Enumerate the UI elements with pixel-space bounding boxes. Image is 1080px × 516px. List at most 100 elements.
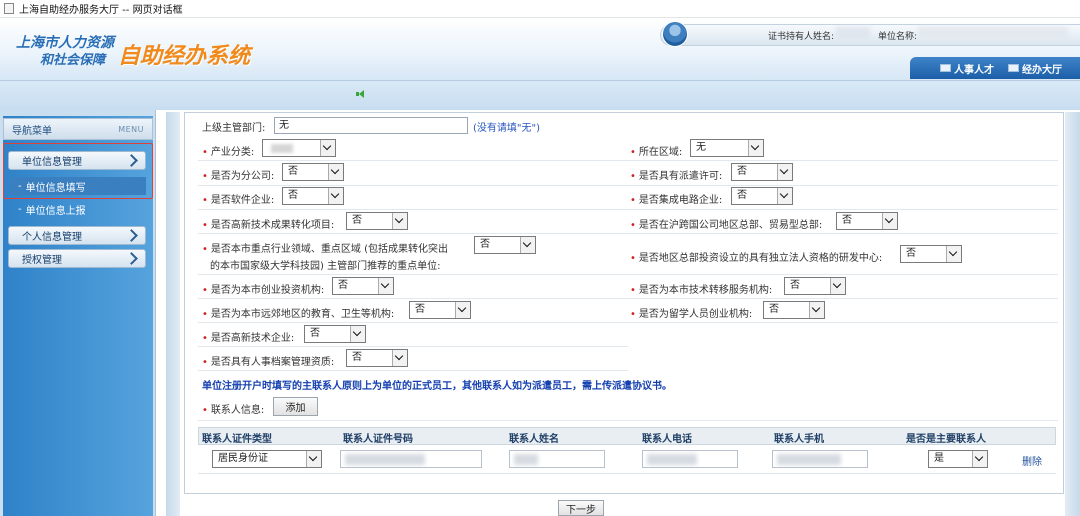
chevron-down-icon [882,213,897,229]
system-name: 自助经办系统 [118,44,251,69]
content-frame-left [166,112,180,516]
key-unit-label-line1: • 是否本市重点行业领域、重点区域 (包括成果转化突出 [202,244,448,255]
supervisor-hint: (没有请填"无") [473,123,541,134]
col-id-type: 联系人证件类型 [202,434,272,445]
region-select[interactable]: 无 [690,139,764,157]
logo-line2: 和社会保障 [40,53,106,68]
page-icon [4,3,14,14]
toolbar-strip [0,80,1080,110]
suburb-label: • 是否为本市远郊地区的教育、卫生等机构: [202,309,395,320]
sidebar-title: 导航菜单 [12,125,52,137]
sidebar-group-label: 个人信息管理 [22,232,82,243]
chevron-down-icon [830,278,845,294]
dispatch-license-select[interactable]: 否 [731,163,793,181]
tech-transfer-select[interactable]: 否 [784,277,846,295]
software-label: • 是否软件企业: [202,195,275,206]
suburb-select[interactable]: 否 [409,301,471,319]
key-unit-label-line2: 的本市国家级大学科技园) 主管部门推荐的重点单位: [210,261,441,272]
hq-label: • 是否在沪跨国公司地区总部、贸易型总部: [630,220,823,231]
region-label: • 所在区域: [630,147,683,158]
venture-select[interactable]: 否 [332,277,394,295]
hightech-label: • 是否高新技术企业: [202,333,295,344]
unit-name-value-redacted [918,27,1068,40]
chevron-right-icon [125,253,139,265]
chevron-down-icon [328,188,343,204]
col-phone: 联系人电话 [642,434,692,445]
is-primary-select[interactable]: 是 [928,450,988,468]
speaker-icon[interactable] [356,90,366,98]
key-unit-select[interactable]: 否 [474,236,536,254]
add-contact-button[interactable]: 添加 [273,397,318,416]
person-card-icon [940,64,951,72]
contact-name-input[interactable] [509,450,605,468]
col-name: 联系人姓名 [509,434,559,445]
sidebar-item-unit-info-report[interactable]: - 单位信息上报 [10,200,146,218]
archive-select[interactable]: 否 [346,349,408,367]
tab-service-hall-label: 经办大厅 [1022,64,1062,76]
col-id-number: 联系人证件号码 [343,434,413,445]
hightech-transfer-label: • 是否高新技术成果转化项目: [202,220,335,231]
col-is-primary: 是否是主要联系人 [906,434,986,445]
id-type-select[interactable]: 居民身份证 [212,450,322,468]
branch-label: • 是否为分公司: [202,171,275,182]
chevron-down-icon [777,188,792,204]
tech-transfer-label: • 是否为本市技术转移服务机构: [630,285,773,296]
tab-service-hall[interactable]: 经办大厅 [1008,61,1062,76]
contact-label: • 联系人信息: [202,405,265,416]
contact-mobile-input[interactable] [772,450,868,468]
chevron-down-icon [392,213,407,229]
supervisor-label: 上级主管部门: [202,123,266,134]
cert-holder-value-redacted [836,27,870,40]
next-step-button[interactable]: 下一步 [558,500,604,516]
highlight-annotation-box [3,143,153,199]
chevron-right-icon [125,230,139,242]
window-title: 上海自助经办服务大厅 -- 网页对话框 [19,5,183,16]
sidebar-menu-label: MENU [118,124,144,134]
sidebar-group-authorization[interactable]: 授权管理 [8,249,146,268]
industry-select[interactable] [262,139,336,157]
user-avatar-icon [662,21,688,47]
software-select[interactable]: 否 [282,187,344,205]
content-frame-right [1065,112,1080,516]
supervisor-input[interactable]: 无 [274,117,468,134]
chevron-down-icon [378,278,393,294]
industry-value-redacted [271,144,293,153]
branch-select[interactable]: 否 [282,163,344,181]
contact-phone-input[interactable] [642,450,738,468]
col-mobile: 联系人手机 [774,434,824,445]
venture-label: • 是否为本市创业投资机构: [202,285,325,296]
hightech-select[interactable]: 否 [304,325,366,343]
hightech-transfer-select[interactable]: 否 [346,212,408,230]
id-number-input[interactable] [340,450,482,468]
cert-holder-label: 证书持有人姓名: [768,32,835,42]
sidebar-group-personal-info[interactable]: 个人信息管理 [8,226,146,245]
chevron-down-icon [809,302,824,318]
returnee-select[interactable]: 否 [763,301,825,319]
chevron-down-icon [350,326,365,342]
tab-personnel-talent[interactable]: 人事人才 [940,61,994,76]
chevron-down-icon [392,350,407,366]
chevron-down-icon [455,302,470,318]
chevron-down-icon [328,164,343,180]
dispatch-license-label: • 是否具有派遣许可: [630,171,723,182]
returnee-label: • 是否为留学人员创业机构: [630,309,753,320]
industry-label: • 产业分类: [202,147,255,158]
header-nav-tabs: 人事人才 经办大厅 [910,57,1080,79]
archive-label: • 是否具有人事档案管理资质: [202,357,335,368]
chevron-down-icon [777,164,792,180]
ic-select[interactable]: 否 [731,187,793,205]
chevron-down-icon [946,246,961,262]
chevron-down-icon [320,140,335,156]
ic-label: • 是否集成电路企业: [630,195,723,206]
sidebar-item-label: 单位信息上报 [25,205,86,217]
rd-center-select[interactable]: 否 [900,245,962,263]
chevron-down-icon [306,451,321,467]
contact-notice: 单位注册开户时填写的主联系人原则上为单位的正式员工，其他联系人如为派遣员工，需上… [202,381,672,392]
sidebar-header: 导航菜单 MENU [3,118,153,140]
hq-select[interactable]: 否 [836,212,898,230]
delete-contact-link[interactable]: 删除 [1022,453,1042,468]
header: 上海市人力资源 和社会保障 自助经办系统 证书持有人姓名: 单位名称: 人事人才… [0,18,1080,80]
chevron-down-icon [748,140,763,156]
tab-personnel-talent-label: 人事人才 [954,64,994,76]
unit-name-label: 单位名称: [878,32,918,42]
